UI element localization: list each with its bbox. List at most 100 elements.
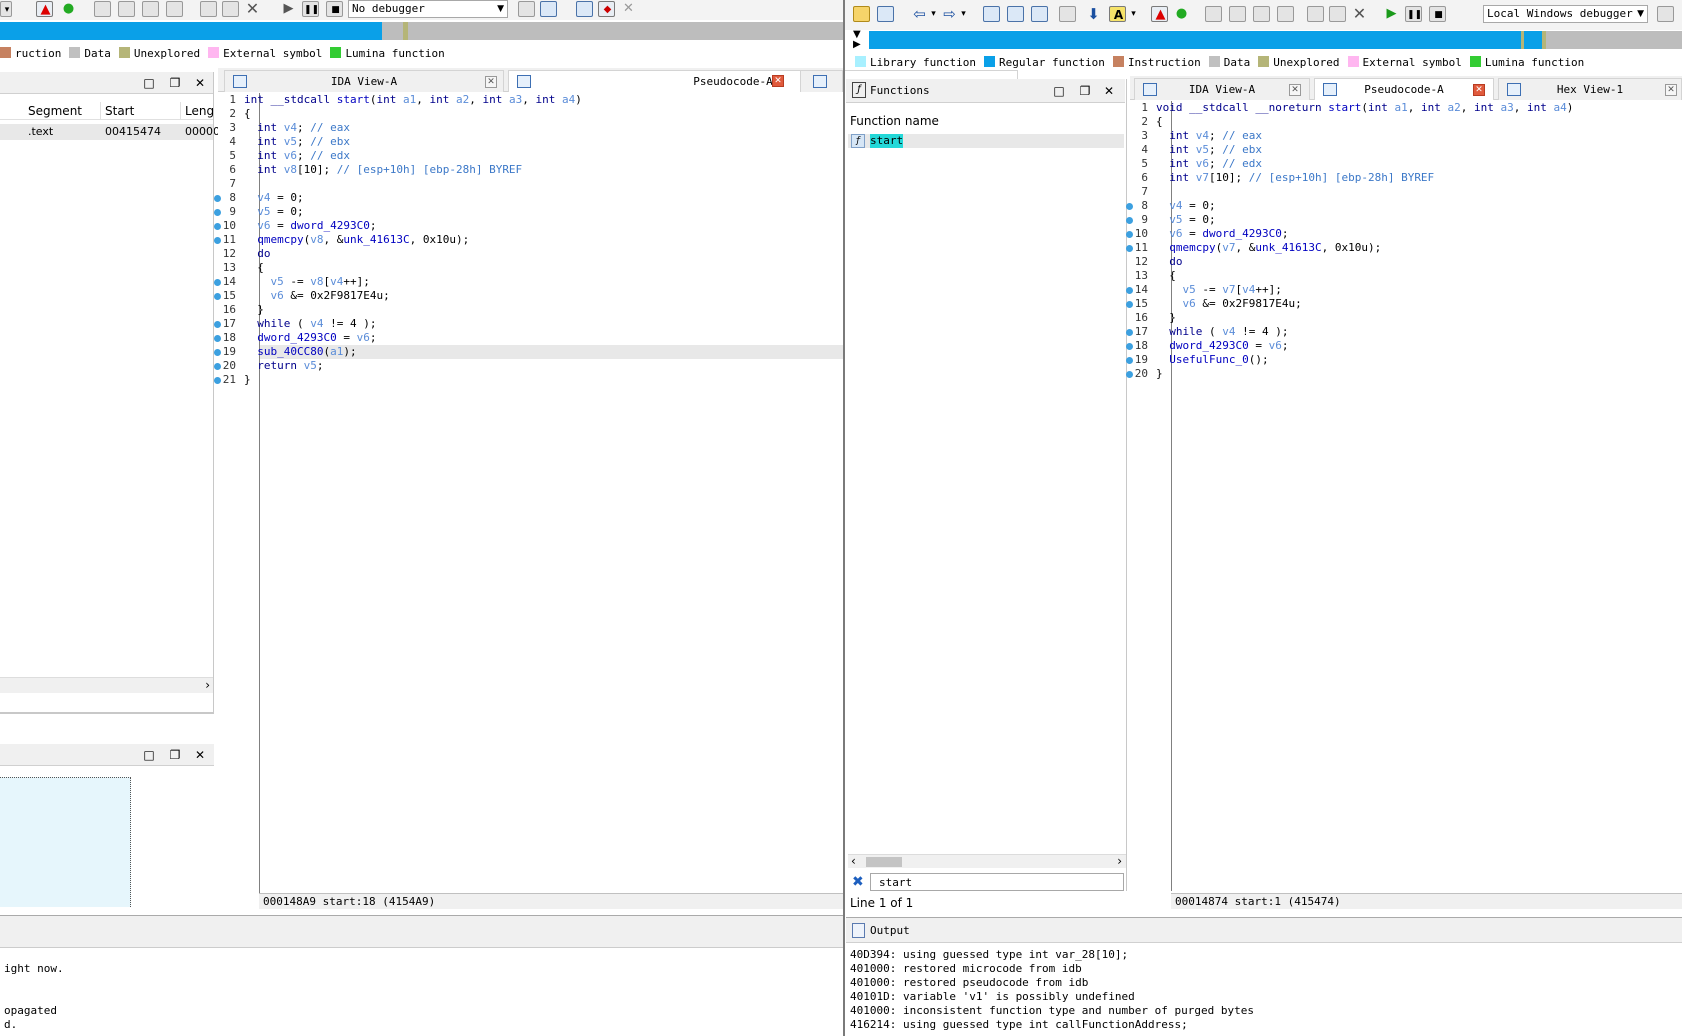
close-icon[interactable]: ✕	[191, 744, 209, 766]
close-x-icon[interactable]: ✕	[1351, 6, 1368, 22]
right-pseudocode-view[interactable]: 1 void __stdcall __noreturn start(int a1,…	[1126, 101, 1682, 891]
functions-scrollbar[interactable]: ‹ ›	[848, 854, 1126, 868]
code-line[interactable]: }	[1156, 367, 1163, 381]
close-tab-icon[interactable]: ✕	[1473, 84, 1485, 96]
close-tab-icon[interactable]: ✕	[1289, 84, 1301, 96]
dropdown-arrow-icon[interactable]: ▾	[925, 6, 942, 22]
open-folder-icon[interactable]	[853, 6, 870, 22]
search-text-icon[interactable]	[1007, 6, 1024, 22]
code-line[interactable]: }	[244, 373, 251, 387]
tab-hex-view-1[interactable]: Hex View-1 ✕	[1498, 78, 1682, 100]
down-arrow-icon[interactable]: ⬇	[1085, 6, 1102, 22]
code-line[interactable]: void __stdcall __noreturn start(int a1, …	[1156, 101, 1573, 115]
search-imm-icon[interactable]	[1031, 6, 1048, 22]
functions-search-input[interactable]	[870, 873, 1124, 891]
graph-icon[interactable]	[200, 1, 217, 17]
search-bin-icon[interactable]	[983, 6, 1000, 22]
segments-row[interactable]: .text 00415474 00000	[0, 124, 220, 140]
float-icon[interactable]: ❐	[166, 744, 184, 766]
scroll-right-icon[interactable]: ›	[1117, 854, 1122, 868]
maximize-icon[interactable]: □	[140, 744, 158, 766]
scroll-right-icon[interactable]: ›	[205, 678, 210, 692]
struct-icon[interactable]	[118, 1, 135, 17]
graph-icon[interactable]	[1307, 6, 1324, 22]
right-navigation-band[interactable]: ▼ ▶	[853, 30, 1682, 50]
code-line[interactable]: v4 = 0;	[244, 191, 303, 205]
code-line[interactable]: v6 &= 0x2F9817E4u;	[1156, 297, 1302, 311]
refresh-icon[interactable]	[540, 1, 557, 17]
code-line[interactable]: while ( v4 != 4 );	[244, 317, 376, 331]
code-line[interactable]: int v5; // ebx	[244, 135, 350, 149]
green-circle-icon[interactable]: ●	[60, 1, 77, 17]
segments-col-length[interactable]: Leng	[185, 102, 214, 120]
stop-icon[interactable]: ■	[1429, 6, 1446, 22]
tool-icon[interactable]: ✕	[620, 1, 637, 17]
right-output-view[interactable]: 40D394: using guessed type int var_28[10…	[846, 948, 1682, 1036]
float-icon[interactable]: ❐	[1076, 80, 1094, 102]
code-line[interactable]: do	[244, 247, 270, 261]
code-line[interactable]: v5 -= v8[v4++];	[244, 275, 370, 289]
code-line[interactable]: v6 &= 0x2F9817E4u;	[244, 289, 390, 303]
left-pseudocode-view[interactable]: 1 int __stdcall start(int a1, int a2, int…	[214, 93, 843, 893]
play-icon[interactable]: ▶	[280, 1, 297, 17]
nav-scroll-icon[interactable]: ▶	[853, 40, 861, 50]
float-icon[interactable]: ❐	[166, 72, 184, 94]
scrollbar-thumb[interactable]	[866, 857, 902, 867]
close-tab-icon[interactable]: ✕	[772, 75, 784, 87]
xref-icon[interactable]	[1277, 6, 1294, 22]
code-line[interactable]: }	[244, 303, 264, 317]
string-icon[interactable]	[1253, 6, 1270, 22]
functions-list-item[interactable]: ƒ start	[848, 134, 1124, 148]
camera-icon[interactable]	[222, 1, 239, 17]
pause-icon[interactable]: ❚❚	[302, 1, 319, 17]
code-line[interactable]: int v4; // eax	[1156, 129, 1262, 143]
cog-icon[interactable]	[518, 1, 535, 17]
code-line[interactable]: return v5;	[244, 359, 323, 373]
segments-col-segment[interactable]: Segment	[28, 102, 82, 120]
code-line[interactable]: }	[1156, 311, 1176, 325]
play-icon[interactable]: ▶	[1383, 6, 1400, 22]
code-line[interactable]: int v6; // edx	[1156, 157, 1262, 171]
functions-column-header[interactable]: Function name	[850, 112, 1120, 130]
code-line[interactable]: while ( v4 != 4 );	[1156, 325, 1288, 339]
save-icon[interactable]	[877, 6, 894, 22]
tab-pseudocode-a[interactable]: Pseudocode-A ✕	[1314, 78, 1494, 100]
graph-overview[interactable]	[0, 777, 131, 907]
close-icon[interactable]: ✕	[191, 72, 209, 94]
code-line[interactable]: int __stdcall start(int a1, int a2, int …	[244, 93, 582, 107]
segments-col-start[interactable]: Start	[105, 102, 134, 120]
close-tab-icon[interactable]: ✕	[1665, 84, 1677, 96]
tab-ida-view-a[interactable]: IDA View-A ✕	[1134, 78, 1310, 100]
debugger-select[interactable]: Local Windows debugger ▼	[1483, 5, 1648, 23]
stop-icon[interactable]: ■	[326, 1, 343, 17]
scroll-left-icon[interactable]: ‹	[851, 854, 856, 868]
text-a-icon[interactable]: A	[1109, 6, 1126, 22]
code-line[interactable]: sub_40CC80(a1);	[244, 345, 356, 359]
code-line[interactable]: v4 = 0;	[1156, 199, 1215, 213]
code-line[interactable]: qmemcpy(v8, &unk_41613C, 0x10u);	[244, 233, 469, 247]
maximize-icon[interactable]: □	[1050, 80, 1068, 102]
left-output-view[interactable]: ight now. opagated d.	[0, 948, 843, 1036]
code-line[interactable]: UsefulFunc_0();	[1156, 353, 1268, 367]
code-line[interactable]: v6 = dword_4293C0;	[1156, 227, 1288, 241]
code-line[interactable]: v5 = 0;	[244, 205, 303, 219]
tab-hex-view-partial[interactable]	[800, 70, 843, 92]
code-line[interactable]: qmemcpy(v7, &unk_41613C, 0x10u);	[1156, 241, 1381, 255]
code-line[interactable]: int v6; // edx	[244, 149, 350, 163]
hex-icon[interactable]	[1205, 6, 1222, 22]
code-icon[interactable]	[1059, 6, 1076, 22]
dropdown-arrow-icon[interactable]: ▾	[1125, 6, 1142, 22]
code-line[interactable]: {	[244, 107, 251, 121]
cog-icon[interactable]	[1657, 6, 1674, 22]
list-icon[interactable]	[576, 1, 593, 17]
code-line[interactable]: int v8[10]; // [esp+10h] [ebp-28h] BYREF	[244, 163, 522, 177]
segments-scrollbar[interactable]: ›	[0, 677, 214, 693]
code-line[interactable]: int v4; // eax	[244, 121, 350, 135]
code-line[interactable]: {	[1156, 115, 1163, 129]
code-line[interactable]: int v5; // ebx	[1156, 143, 1262, 157]
hex-icon[interactable]	[94, 1, 111, 17]
code-line[interactable]: {	[1156, 269, 1176, 283]
dropdown-arrow-icon[interactable]: ▾	[0, 1, 12, 17]
string-icon[interactable]	[142, 1, 159, 17]
dropdown-arrow-icon[interactable]: ▾	[955, 6, 972, 22]
